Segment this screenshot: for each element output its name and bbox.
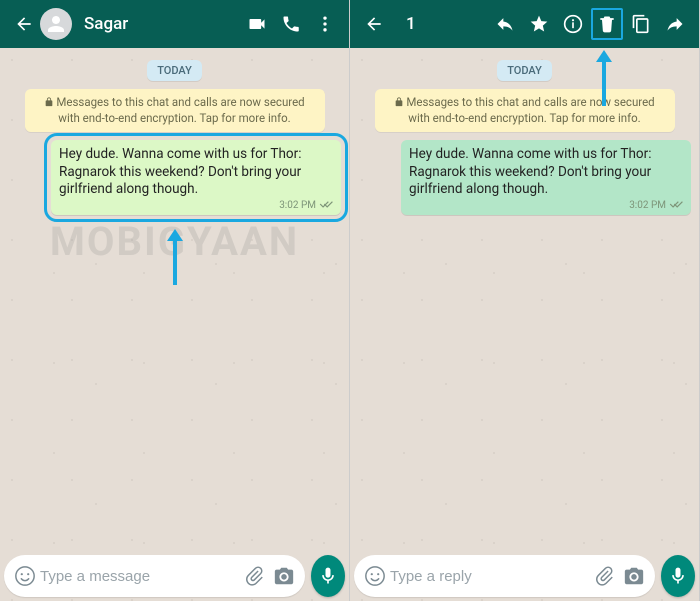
annotation-arrow [166,229,184,289]
read-receipt-icon [319,199,333,213]
screenshot-right: 1 TODAY [350,0,700,601]
mic-button[interactable] [311,555,345,597]
chat-area: TODAY Messages to this chat and calls ar… [350,48,699,601]
overflow-menu-icon[interactable] [309,8,341,40]
date-chip: TODAY [497,60,552,81]
message-text: Hey dude. Wanna come with us for Thor: R… [59,146,301,197]
annotation-arrow [595,50,613,110]
message-meta: 3:02 PM [279,199,333,213]
read-receipt-icon [669,199,683,213]
star-icon[interactable] [523,8,555,40]
info-icon[interactable] [557,8,589,40]
attach-icon[interactable] [239,561,269,591]
encryption-text: Messages to this chat and calls are now … [56,95,304,125]
encryption-notice[interactable]: Messages to this chat and calls are now … [375,89,675,132]
emoji-icon[interactable] [10,561,40,591]
message-row[interactable]: Hey dude. Wanna come with us for Thor: R… [8,140,341,215]
message-input-box [4,555,305,597]
encryption-text: Messages to this chat and calls are now … [406,95,654,125]
chat-area: MOBIGYAAN TODAY Messages to this chat an… [0,48,349,601]
lock-icon [394,96,404,106]
message-time: 3:02 PM [629,199,666,212]
delete-icon[interactable] [591,8,623,40]
emoji-icon[interactable] [360,561,390,591]
header-actions [241,8,341,40]
contact-name[interactable]: Sagar [84,14,237,34]
avatar[interactable] [40,8,72,40]
camera-icon[interactable] [269,561,299,591]
screenshot-left: Sagar MOBIGYAAN TODAY Messages to this c… [0,0,350,601]
video-call-icon[interactable] [241,8,273,40]
mic-button[interactable] [661,555,695,597]
voice-call-icon[interactable] [275,8,307,40]
message-bubble[interactable]: Hey dude. Wanna come with us for Thor: R… [401,140,691,215]
message-input[interactable] [40,568,239,585]
input-bar [0,555,349,597]
message-meta: 3:02 PM [629,199,683,213]
selection-count: 1 [406,14,485,34]
reply-icon[interactable] [489,8,521,40]
message-time: 3:02 PM [279,199,316,212]
forward-icon[interactable] [659,8,691,40]
selection-header: 1 [350,0,699,48]
attach-icon[interactable] [589,561,619,591]
message-input-box [354,555,655,597]
date-chip: TODAY [147,60,202,81]
copy-icon[interactable] [625,8,657,40]
back-icon[interactable] [8,8,40,40]
back-icon[interactable] [358,8,390,40]
chat-header: Sagar [0,0,349,48]
lock-icon [44,96,54,106]
message-text: Hey dude. Wanna come with us for Thor: R… [409,146,651,197]
message-row[interactable]: Hey dude. Wanna come with us for Thor: R… [358,140,691,215]
selection-actions [489,8,691,40]
encryption-notice[interactable]: Messages to this chat and calls are now … [25,89,325,132]
message-bubble[interactable]: Hey dude. Wanna come with us for Thor: R… [51,140,341,215]
message-input[interactable] [390,568,589,585]
camera-icon[interactable] [619,561,649,591]
input-bar [350,555,699,597]
